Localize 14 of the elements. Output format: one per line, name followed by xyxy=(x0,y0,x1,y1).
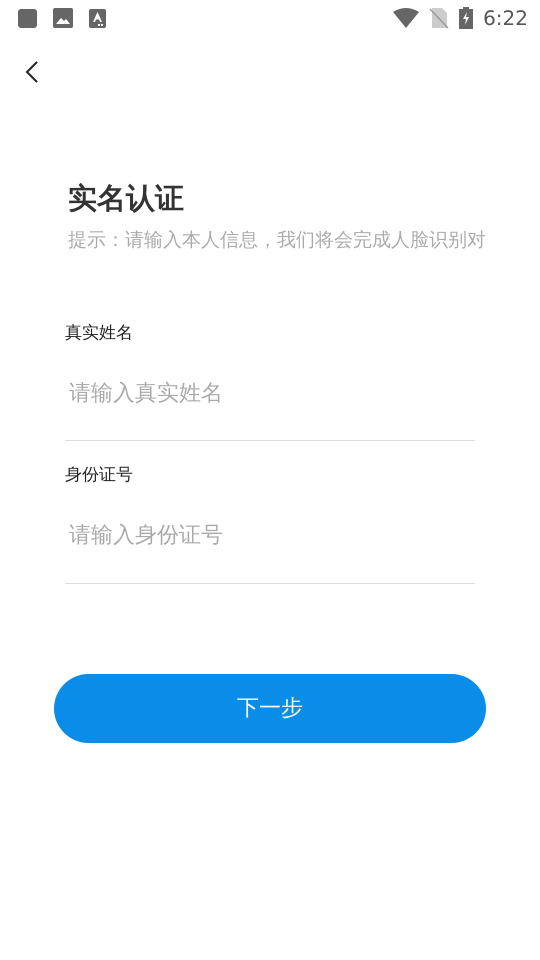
next-button[interactable]: 下一步 xyxy=(54,674,486,742)
page-title: 实名认证 xyxy=(67,180,184,217)
notification-icon xyxy=(18,8,37,28)
field-label: 真实姓名 xyxy=(65,322,133,344)
input-field[interactable]: 请输入真实姓名 xyxy=(65,346,475,441)
input-field[interactable]: 请输入身份证号 xyxy=(65,488,475,584)
image-icon xyxy=(53,8,73,28)
text-icon xyxy=(89,8,106,28)
no-sim-icon xyxy=(429,7,450,29)
clock-time: 6:22 xyxy=(483,5,528,32)
battery-icon xyxy=(459,7,474,29)
hint-text: 提示：请输入本人信息，我们将会完成人脸识别对 xyxy=(67,228,486,253)
field-label: 身份证号 xyxy=(65,464,133,487)
wifi-icon xyxy=(393,8,420,28)
